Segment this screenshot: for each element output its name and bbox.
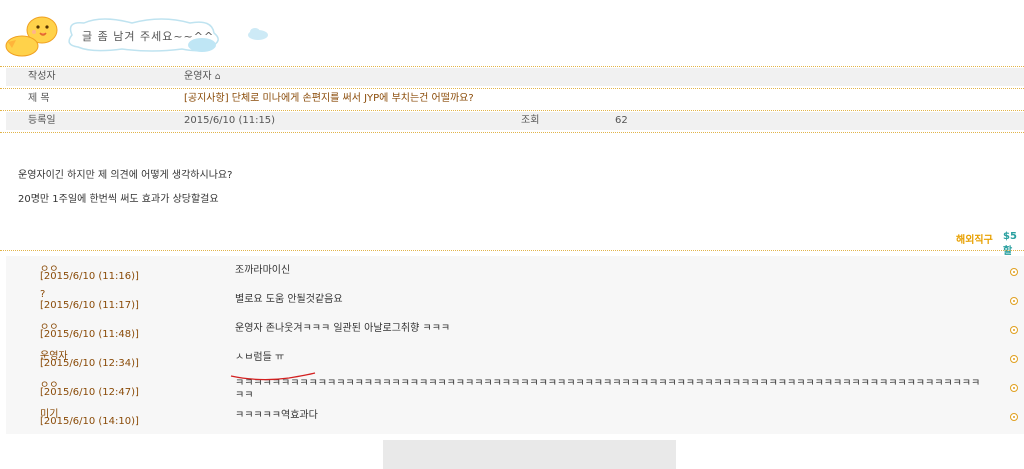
post-body-line: 운영자이긴 하지만 제 의견에 어떻게 생각하시나요? <box>18 170 233 181</box>
divider <box>0 88 1024 89</box>
comment-author[interactable]: ? <box>40 289 45 300</box>
comment-text: ㅋㅋㅋㅋㅋㅋㅋㅋㅋㅋㅋㅋㅋㅋㅋㅋㅋㅋㅋㅋㅋㅋㅋㅋㅋㅋㅋㅋㅋㅋㅋㅋㅋㅋㅋㅋㅋㅋㅋㅋ… <box>235 378 981 401</box>
comment-item: ㅇㅇ [2015/6/10 (11:48)] 운영자 존나웃겨ㅋㅋㅋ 일관된 아… <box>6 318 1024 347</box>
author-text: 운영자 <box>184 71 212 82</box>
comment-text: ㅋㅋㅋㅋㅋ역효과다 <box>235 410 318 421</box>
comment-delete-icon[interactable] <box>1010 268 1018 276</box>
comment-date: [2015/6/10 (12:47)] <box>40 387 139 398</box>
date-label: 등록일 <box>28 115 56 126</box>
author-row: 작성자 운영자 ⌂ <box>6 68 1024 86</box>
banner-text: 글 좀 남겨 주세요~~^^ <box>82 30 215 43</box>
comment-input-area[interactable] <box>383 440 676 469</box>
ad-link[interactable]: 해외직구 <box>956 231 993 246</box>
comment-item: ㅇㅇ [2015/6/10 (11:16)] 조까라마이신 <box>6 260 1024 289</box>
views-label: 조회 <box>521 115 540 126</box>
divider <box>0 110 1024 111</box>
comment-text: ㅅㅂ럼들 ㅠ <box>235 352 285 363</box>
title-label: 제 목 <box>28 93 50 104</box>
red-underline-annotation <box>230 372 316 381</box>
comment-delete-icon[interactable] <box>1010 384 1018 392</box>
board-header: 글 좀 남겨 주세요~~^^ <box>0 0 1024 64</box>
ad-price[interactable]: $5할 <box>1003 231 1024 257</box>
chick-mascot-icon <box>5 16 58 57</box>
home-icon: ⌂ <box>214 72 221 82</box>
comment-item: ㅇㅇ [2015/6/10 (12:47)] ㅋㅋㅋㅋㅋㅋㅋㅋㅋㅋㅋㅋㅋㅋㅋㅋㅋ… <box>6 376 1024 405</box>
author-name[interactable]: 운영자 ⌂ <box>184 68 221 86</box>
comment-item: 미기 [2015/6/10 (14:10)] ㅋㅋㅋㅋㅋ역효과다 <box>6 405 1024 434</box>
comment-delete-icon[interactable] <box>1010 297 1018 305</box>
title-row: 제 목 [공지사항] 단체로 미나에게 손편지를 써서 JYP에 부치는건 어떨… <box>6 90 1024 108</box>
comment-delete-icon[interactable] <box>1010 413 1018 421</box>
comment-date: [2015/6/10 (14:10)] <box>40 416 139 427</box>
comment-text: 조까라마이신 <box>235 265 291 276</box>
divider <box>0 66 1024 67</box>
divider <box>0 132 1024 133</box>
post-body-line: 20명만 1주일에 한번씩 써도 효과가 상당할걸요 <box>18 194 219 205</box>
divider <box>0 250 1024 251</box>
comment-item: ? [2015/6/10 (11:17)] 별로요 도움 안될것같음요 <box>6 289 1024 318</box>
comment-date: [2015/6/10 (12:34)] <box>40 358 139 369</box>
comment-delete-icon[interactable] <box>1010 326 1018 334</box>
comment-date: [2015/6/10 (11:17)] <box>40 300 139 311</box>
comment-date: [2015/6/10 (11:16)] <box>40 271 139 282</box>
cloud-icon <box>248 28 268 40</box>
comment-text: 별로요 도움 안될것같음요 <box>235 294 343 305</box>
date-row: 등록일 2015/6/10 (11:15) 조회 62 <box>6 112 1024 130</box>
comment-delete-icon[interactable] <box>1010 355 1018 363</box>
views-count: 62 <box>615 115 628 126</box>
comment-text: 운영자 존나웃겨ㅋㅋㅋ 일관된 아날로그취향 ㅋㅋㅋ <box>235 323 451 334</box>
author-label: 작성자 <box>28 71 56 82</box>
comment-date: [2015/6/10 (11:48)] <box>40 329 139 340</box>
comment-item: 운영자 [2015/6/10 (12:34)] ㅅㅂ럼들 ㅠ <box>6 347 1024 376</box>
comment-list: ㅇㅇ [2015/6/10 (11:16)] 조까라마이신 ? [2015/6/… <box>6 256 1024 434</box>
post-title[interactable]: [공지사항] 단체로 미나에게 손편지를 써서 JYP에 부치는건 어떨까요? <box>184 90 474 108</box>
post-date: 2015/6/10 (11:15) <box>184 115 276 126</box>
